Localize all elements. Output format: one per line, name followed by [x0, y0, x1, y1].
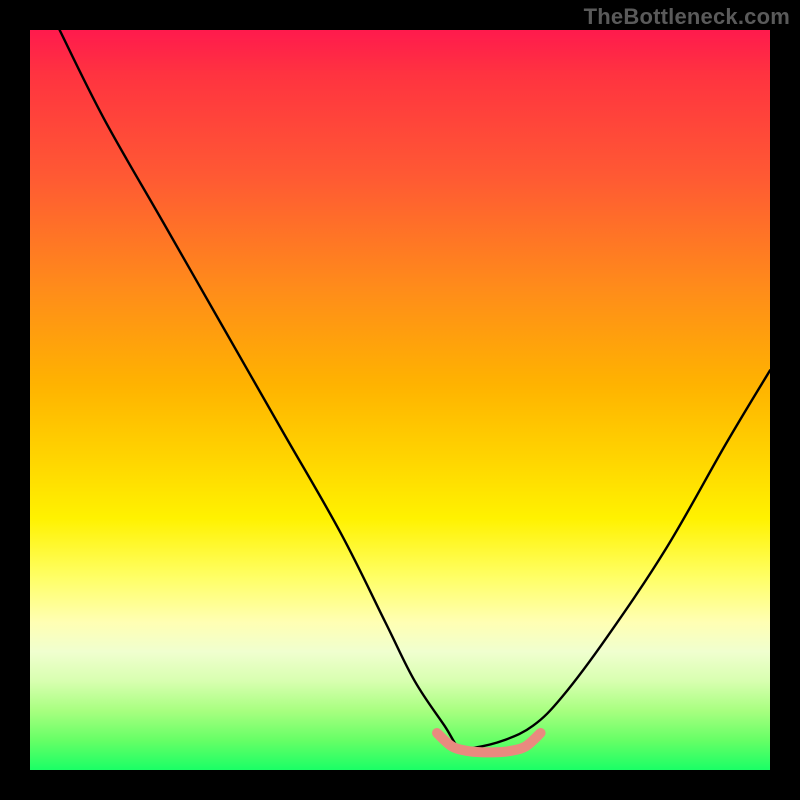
chart-frame: TheBottleneck.com: [0, 0, 800, 800]
sweet-spot-band-path: [437, 733, 541, 752]
curve-layer: [30, 30, 770, 770]
bottleneck-curve-path: [60, 30, 770, 750]
watermark-text: TheBottleneck.com: [584, 4, 790, 30]
plot-area: [30, 30, 770, 770]
